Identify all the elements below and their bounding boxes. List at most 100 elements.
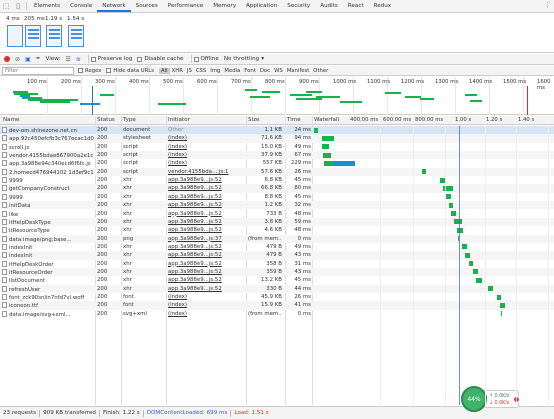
request-initiator[interactable]: (index) <box>168 135 244 141</box>
filter-type-ws[interactable]: WS <box>272 68 285 74</box>
request-initiator[interactable]: app.3a988e9...js:52 <box>168 202 244 208</box>
request-row[interactable]: data:image/png;base... 200 png app.3a988e9.… <box>0 234 554 243</box>
network-speed-widget[interactable]: ↑ 0.0K/s ↓ 0.0K/s 44% <box>461 386 521 412</box>
col-status-header[interactable]: Status <box>97 117 115 123</box>
request-initiator[interactable]: app.3a988e9...js:52 <box>168 227 244 233</box>
request-initiator[interactable]: app.3a988e9...js:52 <box>168 244 244 250</box>
request-row[interactable]: iconoon.ttf 200 font (index) 15.9 KB 41 ms <box>0 301 554 310</box>
filter-type-img[interactable]: Img <box>208 68 222 74</box>
regex-checkbox[interactable]: Regex <box>78 68 101 74</box>
request-row[interactable]: app.3a988e94c340ecd6f6fc.js 200 script (ind… <box>0 159 554 167</box>
filter-type-all[interactable]: All <box>159 67 170 74</box>
record-button[interactable] <box>4 56 10 62</box>
request-row[interactable]: data:image/svg+xml... 200 svg+xml (index) (f… <box>0 310 554 318</box>
screenshot-toggle[interactable]: ▣ <box>25 56 31 63</box>
request-initiator[interactable]: (index) <box>168 144 244 150</box>
request-row[interactable]: app.92c450efcfb3c767ecac1d0... 200 stylesh… <box>0 134 554 143</box>
more-options-icon[interactable]: ⋮ <box>544 1 551 9</box>
tab-sources[interactable]: Sources <box>131 0 163 12</box>
tab-memory[interactable]: Memory <box>208 0 241 12</box>
tab-elements[interactable]: Elements <box>29 0 65 12</box>
large-rows-toggle[interactable]: ☰ <box>65 56 70 63</box>
screenshot-thumbnail[interactable] <box>68 25 84 47</box>
request-row[interactable]: 2.homecd476944102 1d3ef9c193...200 script… <box>0 167 554 177</box>
filter-type-js[interactable]: JS <box>185 68 194 74</box>
request-initiator[interactable]: app.3a988e9...js:52 <box>168 177 244 183</box>
filter-type-media[interactable]: Media <box>222 68 242 74</box>
request-row[interactable]: scroll.js 200 script (index) 15.0 KB 49 ms <box>0 143 554 151</box>
col-name-header[interactable]: Name <box>3 117 20 123</box>
request-row[interactable]: itHelpDeskOrder 200 xhr app.3a988e9...js:52… <box>0 260 554 268</box>
request-row[interactable]: like 200 xhr app.3a988e9...js:52 733 B 48 ms <box>0 210 554 218</box>
request-initiator[interactable]: (index) <box>168 311 244 317</box>
col-waterfall-header[interactable]: Waterfall <box>314 117 339 123</box>
request-initiator[interactable]: app.3a988e9...js:52 <box>168 252 244 258</box>
filter-toggle[interactable]: ⏷ <box>36 55 41 63</box>
overview-toggle[interactable]: ≋ <box>76 56 81 63</box>
col-type-header[interactable]: Type <box>123 117 136 123</box>
request-row[interactable]: itResourceType 200 xhr app.3a988e9...js:52 4… <box>0 226 554 234</box>
request-initiator[interactable]: (index) <box>168 294 244 300</box>
request-row[interactable]: indexInit 200 xhr app.3a988e9...js:52 479 B 4… <box>0 243 554 251</box>
filter-type-font[interactable]: Font <box>242 68 258 74</box>
inspect-element-icon[interactable]: ⬚ <box>0 0 12 12</box>
filter-type-doc[interactable]: Doc <box>258 68 272 74</box>
col-initiator-header[interactable]: Initiator <box>168 117 190 123</box>
filter-type-xhr[interactable]: XHR <box>170 68 185 74</box>
request-initiator[interactable]: app.3a988e9...js:52 <box>168 269 244 275</box>
request-row[interactable]: indexInit 200 xhr app.3a988e9...js:52 479 B 4… <box>0 251 554 260</box>
tab-audits[interactable]: Audits <box>315 0 343 12</box>
request-initiator[interactable]: app.3a988e9...js:52 <box>168 261 244 267</box>
tab-redux[interactable]: Redux <box>369 0 396 12</box>
screenshot-thumbnail[interactable] <box>7 25 23 47</box>
request-row[interactable]: font_zck90snlin7nfd7vi.woff 200 font (index… <box>0 293 554 301</box>
col-size-header[interactable]: Size <box>248 117 259 123</box>
throttling-select[interactable]: No throttling ▾ <box>224 56 264 62</box>
tab-react[interactable]: React <box>343 0 369 12</box>
request-row[interactable]: vendor.4155bdae867900a2e1c1.js 200 script (… <box>0 151 554 160</box>
filter-type-css[interactable]: CSS <box>194 68 208 74</box>
hide-data-urls-checkbox[interactable]: Hide data URLs <box>106 68 154 74</box>
request-row[interactable]: itHelpDeskType 200 xhr app.3a988e9...js:52 3… <box>0 217 554 227</box>
request-row[interactable]: 9999 200 xhr app.3a988e9...js:52 8.8 KB 45 ms <box>0 193 554 201</box>
request-row[interactable]: dev-om.shinezone.net.cn 200 document Other 1… <box>0 126 554 135</box>
tab-application[interactable]: Application <box>241 0 282 12</box>
disable-cache-checkbox[interactable]: Disable cache <box>137 56 184 62</box>
screenshot-thumbnail[interactable] <box>46 25 62 47</box>
tab-performance[interactable]: Performance <box>163 0 208 12</box>
tab-network[interactable]: Network <box>97 0 131 12</box>
screenshot-thumbnail[interactable] <box>25 25 41 47</box>
overview-timeline[interactable]: 100 ms 200 ms 300 ms 400 ms 500 ms 600 ms 700 … <box>0 77 554 115</box>
tab-console[interactable]: Console <box>65 0 97 12</box>
request-initiator[interactable]: app.3a988e9...js:52 <box>168 277 244 283</box>
request-row[interactable]: initData 200 xhr app.3a988e9...js:52 1.2 KB 3… <box>0 201 554 210</box>
filter-bar: Regex Hide data URLs AllXHRJSCSSImgMedia… <box>0 66 554 76</box>
preserve-log-checkbox[interactable]: Preserve log <box>90 56 132 62</box>
request-row[interactable]: 9999 200 xhr app.3a988e9...js:52 6.8 KB 45 ms <box>0 176 554 184</box>
request-row[interactable]: listDocument 200 xhr app.3a988e9...js:52 13.… <box>0 276 554 284</box>
request-initiator[interactable]: (index) <box>168 302 244 308</box>
offline-checkbox[interactable]: Offline <box>193 56 219 62</box>
request-initiator[interactable]: app.3a988e9...js:52 <box>168 211 244 217</box>
thumbnail-content <box>49 37 60 39</box>
tab-security[interactable]: Security <box>282 0 315 12</box>
request-initiator[interactable]: app.3a988e9...js:52 <box>168 194 244 200</box>
request-initiator[interactable]: app.3a988e9...js:37 <box>168 236 244 242</box>
request-row[interactable]: itResourceOrder 200 xhr app.3a988e9...js:52… <box>0 267 554 277</box>
request-type: xhr <box>123 243 132 250</box>
filter-input[interactable] <box>2 66 74 75</box>
filter-type-manifest[interactable]: Manifest <box>285 68 312 74</box>
filter-type-other[interactable]: Other <box>311 68 330 74</box>
request-initiator[interactable]: (index) <box>168 160 244 166</box>
request-initiator[interactable]: app.3a988e9...js:52 <box>168 219 244 225</box>
request-row[interactable]: refreshUser 200 xhr app.3a988e9...js:52 330 … <box>0 284 554 293</box>
request-initiator[interactable]: vendor.4155bda...:js:1 <box>168 169 244 175</box>
request-initiator[interactable]: (index) <box>168 152 244 158</box>
request-row[interactable]: getCompanyConstruct 200 xhr app.3a988e9...j… <box>0 184 554 193</box>
clear-button[interactable]: ⊘ <box>15 56 20 63</box>
request-initiator[interactable]: app.3a988e9...js:52 <box>168 185 244 191</box>
device-toolbar-icon[interactable]: ▯ <box>12 0 24 12</box>
col-time-header[interactable]: Time <box>287 117 301 123</box>
request-initiator[interactable]: app.3a988e9...js:52 <box>168 286 244 292</box>
request-status: 200 <box>97 277 108 284</box>
